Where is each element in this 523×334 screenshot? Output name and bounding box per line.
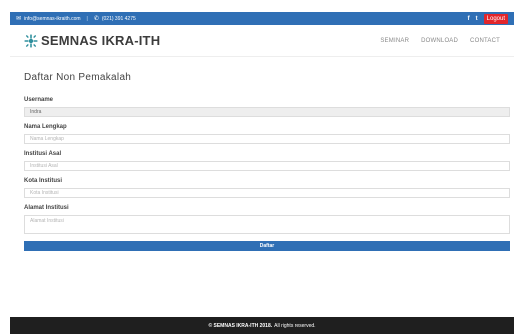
- institusi-asal-label: Institusi Asal: [24, 151, 62, 157]
- kota-institusi-label: Kota Institusi: [24, 178, 63, 184]
- brand-title: SEMNAS IKRA-ITH: [41, 33, 161, 48]
- logout-button[interactable]: Logout: [483, 13, 508, 24]
- twitter-icon[interactable]: t: [476, 16, 478, 22]
- phone-icon: ✆: [93, 15, 99, 22]
- nav-item-contact[interactable]: CONTACT: [470, 38, 500, 44]
- brand-logo-icon: [24, 34, 38, 47]
- alamat-institusi-label: Alamat Institusi: [24, 205, 69, 211]
- username-field: [24, 107, 510, 117]
- brand[interactable]: SEMNAS IKRA-ITH: [24, 33, 160, 48]
- divider: |: [86, 15, 88, 22]
- contact-email[interactable]: info@semnas-ikraith.com: [24, 16, 80, 22]
- contact-phone[interactable]: (021) 391 4275: [102, 16, 136, 22]
- nav-item-seminar[interactable]: SEMINAR: [380, 38, 409, 44]
- page-title: Daftar Non Pemakalah: [24, 72, 132, 83]
- envelope-icon: ✉: [16, 15, 22, 22]
- username-label: Username: [24, 97, 54, 103]
- nav-item-download[interactable]: DOWNLOAD: [421, 38, 458, 44]
- top-contact-bar: ✉ info@semnas-ikraith.com | ✆ (021) 391 …: [10, 12, 514, 25]
- facebook-icon[interactable]: f: [468, 16, 470, 22]
- topbar-actions: f t Logout: [468, 13, 508, 24]
- site-footer: © SEMNAS IKRA-ITH 2018. All rights reser…: [10, 317, 514, 334]
- main-nav: SEMINAR DOWNLOAD CONTACT: [380, 38, 500, 44]
- site-header: SEMNAS IKRA-ITH SEMINAR DOWNLOAD CONTACT: [10, 25, 514, 57]
- nama-lengkap-label: Nama Lengkap: [24, 124, 67, 130]
- page: ✉ info@semnas-ikraith.com | ✆ (021) 391 …: [0, 0, 523, 334]
- alamat-institusi-textarea[interactable]: [24, 215, 510, 234]
- contact-info: ✉ info@semnas-ikraith.com | ✆ (021) 391 …: [16, 16, 136, 22]
- footer-text: All rights reserved.: [274, 322, 316, 329]
- daftar-button[interactable]: Daftar: [24, 241, 510, 251]
- nama-lengkap-input[interactable]: [24, 134, 510, 144]
- kota-institusi-input[interactable]: [24, 188, 510, 198]
- institusi-asal-input[interactable]: [24, 161, 510, 171]
- footer-brand: © SEMNAS IKRA-ITH 2018.: [208, 322, 273, 329]
- registration-form: Daftar Non Pemakalah Username Nama Lengk…: [24, 72, 510, 251]
